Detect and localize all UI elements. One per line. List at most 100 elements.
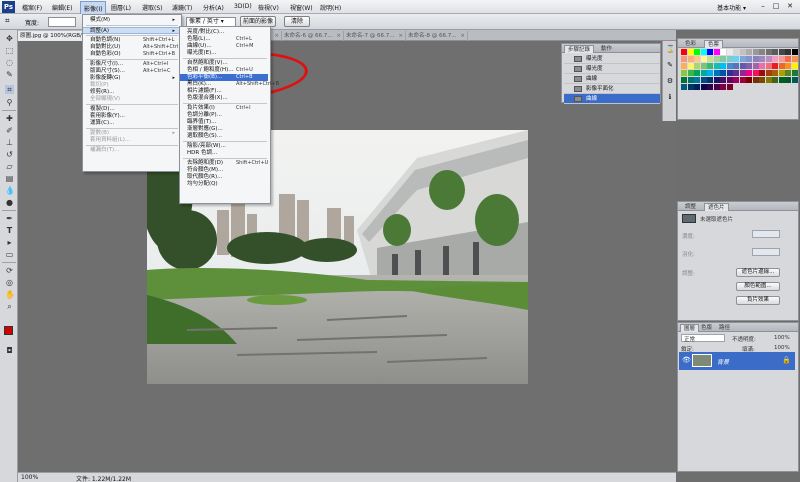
color-swatch[interactable]	[733, 77, 739, 83]
color-range-button[interactable]: 顏色範圍...	[736, 282, 780, 291]
clear-button[interactable]: 清除	[284, 16, 310, 27]
color-swatch[interactable]	[694, 63, 700, 69]
blur-tool-icon[interactable]: 💧	[5, 186, 15, 195]
menu-view[interactable]: 檢視(V)	[258, 3, 279, 12]
color-swatch[interactable]	[694, 56, 700, 62]
menu-item[interactable]: 均勻分配(Q)	[180, 181, 268, 188]
color-swatch[interactable]	[687, 84, 694, 90]
menu-item[interactable]: 調整(A) ▸	[83, 27, 179, 34]
pen-tool-icon[interactable]: ✒	[5, 214, 14, 223]
color-swatch[interactable]	[778, 70, 785, 76]
color-swatch[interactable]	[739, 63, 746, 69]
color-swatch[interactable]	[694, 49, 700, 55]
tab-color[interactable]: 色彩	[682, 40, 699, 48]
invert-button[interactable]: 負片效果	[736, 296, 780, 305]
menu-item[interactable]: 色階(L)... Ctrl+L	[180, 36, 268, 43]
move-tool-icon[interactable]: ✥	[5, 34, 14, 43]
crop-tool-icon[interactable]: ⌗	[5, 16, 10, 26]
marquee-tool-icon[interactable]: ⬚	[5, 46, 14, 55]
restore-button[interactable]: □	[771, 2, 781, 11]
color-swatch[interactable]	[765, 77, 772, 83]
menu-item[interactable]: HDR 色調...	[180, 150, 268, 157]
color-swatch[interactable]	[739, 49, 746, 55]
color-swatch[interactable]	[772, 63, 778, 69]
menu-item[interactable]: 自動對比(U) Alt+Shift+Ctrl+L	[83, 44, 185, 51]
color-swatch[interactable]	[707, 70, 713, 76]
menu-item[interactable]: 影像尺寸(I)... Alt+Ctrl+I	[83, 61, 179, 68]
color-swatch[interactable]	[726, 56, 733, 62]
close-button[interactable]: ✕	[785, 2, 795, 11]
color-swatch[interactable]	[759, 63, 765, 69]
brush-tool-icon[interactable]: ✐	[5, 126, 14, 135]
tab-swatches[interactable]: 色票	[704, 40, 724, 48]
dodge-tool-icon[interactable]: ●	[5, 198, 14, 207]
menu-filter[interactable]: 濾鏡(T)	[172, 3, 192, 12]
color-swatch[interactable]	[687, 56, 694, 62]
clone-stamp-icon[interactable]: ⊥	[5, 138, 14, 147]
color-swatch[interactable]	[746, 70, 752, 76]
clone-source-icon[interactable]: ⚙	[666, 77, 674, 85]
color-swatch[interactable]	[694, 84, 700, 90]
menu-item[interactable]: 選取顏色(S)...	[180, 133, 268, 140]
eyedropper-tool-icon[interactable]: ⚲	[5, 98, 14, 107]
color-swatch[interactable]	[778, 49, 785, 55]
color-swatch[interactable]	[759, 56, 765, 62]
color-swatch[interactable]	[739, 70, 746, 76]
color-swatch[interactable]	[752, 77, 759, 83]
color-swatch[interactable]	[694, 77, 700, 83]
document-tab[interactable]: 未命名-6 @ 66.7... ×	[282, 31, 344, 41]
color-swatch[interactable]	[733, 70, 739, 76]
color-swatch[interactable]	[733, 56, 739, 62]
history-state[interactable]: 曝光度	[564, 54, 660, 64]
color-swatch[interactable]	[681, 63, 687, 69]
tab-layers[interactable]: 圖層	[680, 324, 700, 332]
color-swatch[interactable]	[785, 63, 791, 69]
3d-orbit-icon[interactable]: ◎	[5, 278, 14, 287]
menu-item[interactable]: 複製(D)...	[83, 106, 179, 113]
color-swatch[interactable]	[720, 56, 726, 62]
menu-analysis[interactable]: 分析(A)	[203, 3, 224, 12]
tab-masks[interactable]: 遮色片	[704, 203, 729, 211]
color-swatch[interactable]	[765, 70, 772, 76]
density-field[interactable]	[752, 230, 780, 238]
color-swatch[interactable]	[791, 56, 798, 62]
path-select-icon[interactable]: ▸	[5, 238, 14, 247]
color-swatch[interactable]	[759, 70, 765, 76]
color-swatch[interactable]	[713, 77, 720, 83]
blend-mode-select[interactable]: 正常	[681, 334, 725, 343]
color-swatch[interactable]	[785, 56, 791, 62]
color-swatch[interactable]	[778, 56, 785, 62]
color-swatch[interactable]	[713, 49, 720, 55]
layer-row-background[interactable]: 👁 背景 🔒	[679, 352, 795, 370]
color-swatch[interactable]	[791, 70, 798, 76]
color-swatch[interactable]	[681, 56, 687, 62]
menu-select[interactable]: 選取(S)	[142, 3, 163, 12]
healing-brush-icon[interactable]: ✚	[5, 114, 14, 123]
hand-tool-icon[interactable]: ✋	[5, 290, 15, 299]
info-panel-icon[interactable]: ℹ	[666, 93, 674, 101]
color-swatch[interactable]	[694, 70, 700, 76]
tab-channels[interactable]: 色版	[698, 324, 715, 332]
menu-item[interactable]: 臨界值(T)...	[180, 119, 268, 126]
menu-item[interactable]: 色相 / 飽和度(H)... Ctrl+U	[180, 67, 268, 74]
document-tab[interactable]: 未命名-7 @ 66.7... ×	[344, 31, 406, 41]
menu-item[interactable]: 漸層對應(G)...	[180, 126, 268, 133]
minimize-button[interactable]: –	[758, 2, 768, 11]
color-swatch[interactable]	[713, 56, 720, 62]
color-swatch[interactable]	[739, 56, 746, 62]
menu-item[interactable]: 色彩平衡(B)... Ctrl+B	[180, 74, 268, 81]
layer-name[interactable]: 背景	[717, 357, 729, 366]
brush-panel-icon[interactable]: ✎	[666, 61, 674, 69]
color-swatch[interactable]	[733, 49, 739, 55]
color-swatch[interactable]	[707, 49, 713, 55]
color-swatch[interactable]	[752, 56, 759, 62]
menu-item[interactable]: 負片效果(I) Ctrl+I	[180, 105, 268, 112]
color-swatch[interactable]	[713, 70, 720, 76]
color-swatch[interactable]	[720, 63, 726, 69]
color-swatch[interactable]	[752, 63, 759, 69]
color-swatch[interactable]	[687, 49, 694, 55]
menu-item[interactable]: 曲線(U)... Ctrl+M	[180, 43, 268, 50]
quick-mask-icon[interactable]: ◘	[5, 346, 14, 355]
color-swatch[interactable]	[733, 63, 739, 69]
color-swatch[interactable]	[700, 49, 707, 55]
